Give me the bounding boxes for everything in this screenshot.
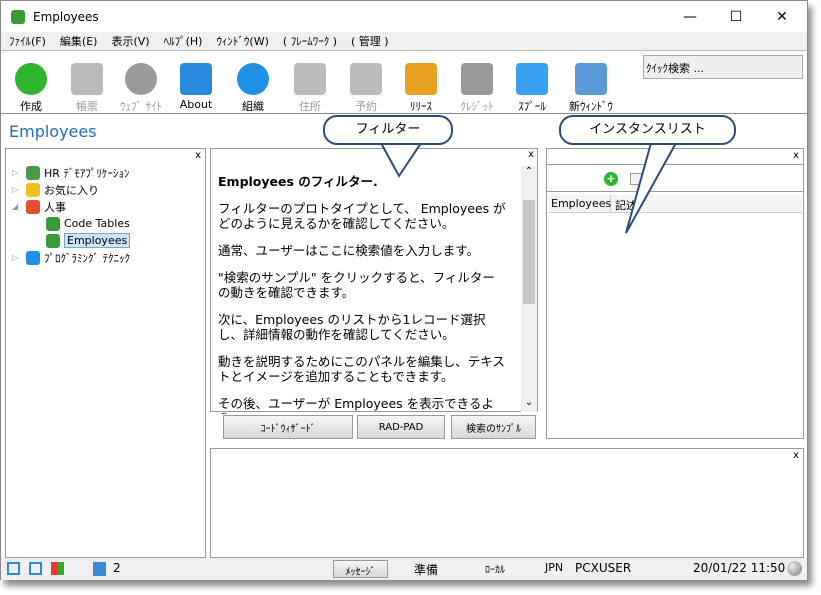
grid-icon[interactable] — [29, 562, 42, 575]
status-state: 準備 — [414, 563, 439, 577]
window-count: 2 — [113, 561, 121, 575]
messages-button[interactable]: ﾒｯｾｰｼﾞ — [333, 560, 388, 578]
status-bar: 2 ﾒｯｾｰｼﾞ 準備 ﾛｰｶﾙ JPN PCXUSER 20/01/22 11… — [1, 558, 807, 580]
layout-icon[interactable] — [7, 562, 20, 575]
status-datetime: 20/01/22 11:50 — [693, 561, 786, 575]
tiles-icon[interactable] — [51, 562, 64, 575]
app-window: Employees — ☐ ✕ ﾌｧｲﾙ(F) 編集(E) 表示(V) ﾍﾙﾌﾟ… — [0, 0, 808, 580]
status-user: PCXUSER — [575, 561, 632, 575]
status-location: ﾛｰｶﾙ — [485, 565, 505, 576]
status-language: JPN — [545, 561, 564, 574]
filter-callout: フィルター — [323, 115, 453, 145]
instance-list-callout: インスタンスリスト — [559, 115, 736, 145]
connection-indicator-icon — [787, 561, 802, 576]
monitor-icon — [93, 562, 106, 576]
callout-arrows — [379, 142, 678, 234]
